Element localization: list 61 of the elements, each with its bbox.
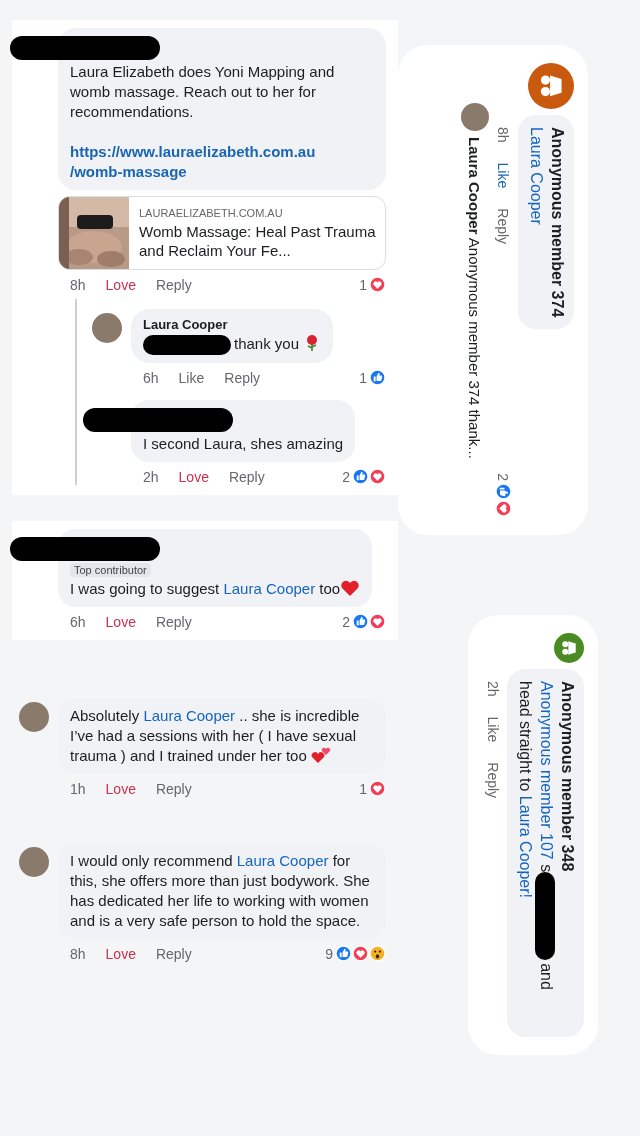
link-preview[interactable]: LAURAELIZABETH.COM.AU Womb Massage: Heal Past Trauma and Reclaim Your Fe... (58, 196, 386, 270)
reaction-count: 2 (342, 468, 350, 485)
react-button[interactable]: Love (178, 468, 209, 485)
comment-time: 2h (143, 468, 159, 485)
reaction-count: 1 (359, 780, 367, 797)
avatar[interactable] (19, 847, 49, 878)
react-button[interactable]: Love (105, 613, 136, 630)
reply-button[interactable]: Reply (485, 762, 502, 799)
anonymous-avatar-icon[interactable] (528, 63, 574, 109)
reaction-count: 2 (495, 473, 512, 481)
reaction-count: 1 (359, 276, 367, 293)
avatar[interactable] (461, 103, 489, 131)
comment-text: Laura Elizabeth does Yoni Mapping and womb massage. Reach out to her for recommendations. (70, 62, 336, 122)
reply-button[interactable]: Reply (224, 369, 261, 386)
comment-text: I would only recommend Laura Cooper for this, she offers more than just bodywork. She has dedicated her life to working with women and is a very safe person to hold the space. (70, 851, 371, 932)
comment-author[interactable]: Laura Cooper (143, 317, 322, 332)
react-button[interactable]: Love (105, 276, 136, 293)
thumbs-up-icon (369, 369, 386, 387)
avatar[interactable] (19, 702, 49, 733)
comment-text: I second Laura, shes amazing (143, 434, 344, 455)
two-hearts-icon (310, 746, 331, 765)
react-button[interactable]: Love (105, 780, 136, 797)
comment-time: 2h (485, 681, 502, 697)
preview-title: Womb Massage: Heal Past Trauma and Reclaim Your Fe... (139, 221, 377, 260)
reply-button[interactable]: Reply (155, 945, 192, 962)
reply-button[interactable]: Reply (155, 613, 192, 630)
anonymous-avatar-icon[interactable] (554, 633, 584, 663)
comment-time: 8h (495, 127, 512, 143)
heart-icon (340, 579, 361, 598)
comment-time: 1h (70, 780, 86, 797)
comment-time: 6h (143, 369, 159, 386)
react-button[interactable]: Love (105, 945, 136, 962)
thumbs-up-icon (335, 945, 352, 963)
contributor-badge: Top contributor (70, 563, 151, 578)
comment-author[interactable]: Anonymous member 348 (558, 681, 576, 1025)
reply-button[interactable]: Reply (155, 276, 192, 293)
comment-text: Absolutely Laura Cooper .. she is incredible I’ve had a sessions with her ( I have sexual trauma ) and I trained under her too (70, 706, 361, 767)
react-button[interactable]: Like (485, 716, 502, 743)
comment-text: thank you (143, 334, 322, 356)
comment-text: Laura Cooper (527, 127, 546, 227)
reaction-count: 2 (342, 613, 350, 630)
surprised-face-icon (369, 945, 386, 963)
reply-button[interactable]: Reply (228, 468, 265, 485)
thumbs-up-icon (352, 613, 369, 631)
reaction-count: 1 (359, 369, 367, 386)
comment-time: 8h (70, 945, 86, 962)
avatar[interactable] (92, 313, 122, 343)
thumbs-up-icon (495, 483, 512, 500)
comment-time: 6h (70, 613, 86, 630)
reaction-count: 9 (325, 945, 333, 962)
thumbs-up-icon (352, 468, 369, 486)
preview-domain: LAURAELIZABETH.COM.AU (139, 206, 284, 219)
react-button[interactable]: Like (495, 162, 512, 189)
comment-author[interactable]: Anonymous member 374 (548, 127, 566, 318)
comment-time: 8h (70, 276, 86, 293)
link[interactable]: https://www.lauraelizabeth.com.au /womb-massage (70, 142, 374, 182)
reply-button[interactable]: Reply (155, 780, 192, 797)
reply-preview[interactable]: Laura Cooper Anonymous member 374 thank... (466, 137, 484, 459)
comment-text: I was going to suggest Laura Cooper too (70, 579, 361, 600)
reply-button[interactable]: Reply (495, 208, 512, 245)
react-button[interactable]: Like (178, 369, 205, 386)
